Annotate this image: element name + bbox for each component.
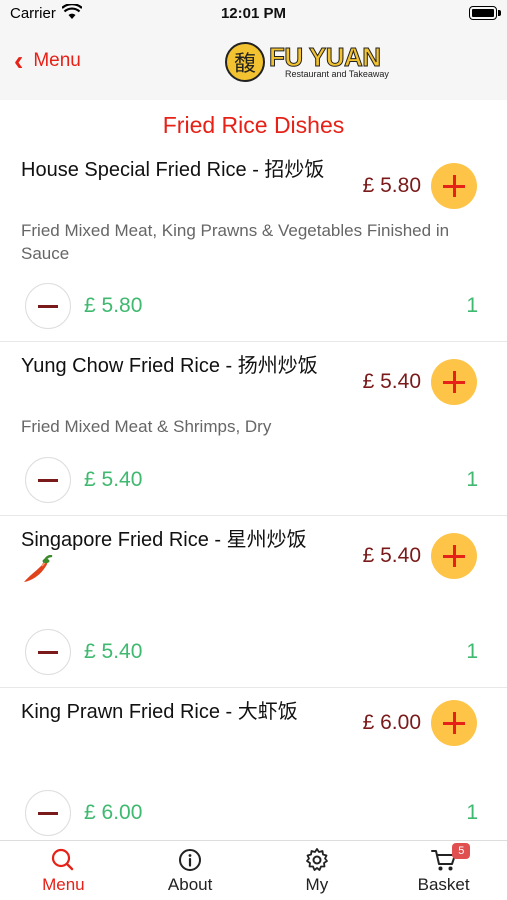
tab-bar: Menu About My 5 Basket bbox=[0, 840, 507, 900]
item-name: Yung Chow Fried Rice - 扬州炒饭 bbox=[21, 355, 318, 377]
add-button[interactable] bbox=[431, 700, 477, 746]
tab-about[interactable]: About bbox=[127, 841, 254, 900]
item-quantity: 1 bbox=[466, 468, 478, 491]
tab-my[interactable]: My bbox=[254, 841, 381, 900]
item-name-text: Singapore Fried Rice - 星州炒饭 bbox=[21, 529, 307, 551]
item-price: £ 5.40 bbox=[362, 544, 421, 567]
tab-menu[interactable]: Menu bbox=[0, 841, 127, 900]
tab-label: About bbox=[167, 875, 213, 894]
item-quantity: 1 bbox=[466, 294, 478, 317]
tab-label: My bbox=[305, 875, 329, 894]
basket-count-badge: 5 bbox=[452, 843, 471, 859]
menu-item: Yung Chow Fried Rice - 扬州炒饭 £ 5.40 Fried… bbox=[0, 354, 507, 516]
logo-subtitle: Restaurant and Takeaway bbox=[285, 69, 389, 79]
remove-button[interactable] bbox=[25, 790, 71, 836]
line-price: £ 5.40 bbox=[84, 640, 143, 663]
info-icon bbox=[179, 849, 202, 871]
item-quantity: 1 bbox=[466, 801, 478, 824]
tab-label: Basket bbox=[417, 875, 470, 894]
menu-item: House Special Fried Rice - 招炒饭 £ 5.80 Fr… bbox=[0, 158, 507, 342]
tab-label: Menu bbox=[42, 875, 85, 894]
restaurant-logo: 馥 FU YUAN Restaurant and Takeaway bbox=[225, 42, 389, 82]
clock: 12:01 PM bbox=[220, 5, 287, 22]
logo-name: FU YUAN bbox=[269, 42, 382, 72]
menu-item: King Prawn Fried Rice - 大虾饭 £ 6.00 £ 6.0… bbox=[0, 700, 507, 840]
line-price: £ 5.40 bbox=[84, 468, 143, 491]
back-button[interactable]: ‹ Menu bbox=[14, 45, 81, 76]
add-button[interactable] bbox=[431, 359, 477, 405]
tab-basket[interactable]: 5 Basket bbox=[380, 841, 507, 900]
remove-button[interactable] bbox=[25, 629, 71, 675]
chevron-left-icon: ‹ bbox=[14, 45, 24, 76]
item-name: Singapore Fried Rice - 星州炒饭 bbox=[21, 528, 341, 585]
nav-bar: ‹ Menu 馥 FU YUAN Restaurant and Takeaway bbox=[0, 26, 507, 100]
line-price: £ 6.00 bbox=[84, 801, 143, 824]
remove-button[interactable] bbox=[25, 457, 71, 503]
item-price: £ 5.80 bbox=[362, 174, 421, 197]
item-name: King Prawn Fried Rice - 大虾饭 bbox=[21, 701, 298, 723]
chili-pepper-icon bbox=[24, 555, 53, 582]
item-name: House Special Fried Rice - 招炒饭 bbox=[21, 159, 325, 181]
remove-button[interactable] bbox=[25, 283, 71, 329]
logo-seal: 馥 bbox=[225, 42, 265, 82]
item-quantity: 1 bbox=[466, 640, 478, 663]
search-icon bbox=[52, 848, 74, 871]
section-title: Fried Rice Dishes bbox=[162, 112, 345, 138]
item-price: £ 6.00 bbox=[362, 711, 421, 734]
item-description: Fried Mixed Meat, King Prawns & Vegetabl… bbox=[21, 221, 450, 263]
item-description: Fried Mixed Meat & Shrimps, Dry bbox=[21, 417, 272, 436]
battery-icon bbox=[469, 6, 501, 20]
line-price: £ 5.80 bbox=[84, 294, 143, 317]
add-button[interactable] bbox=[431, 533, 477, 579]
menu-item: Singapore Fried Rice - 星州炒饭 £ 5.40 £ 5.4… bbox=[0, 528, 507, 688]
add-button[interactable] bbox=[431, 163, 477, 209]
back-label: Menu bbox=[33, 50, 81, 71]
gear-icon bbox=[305, 848, 328, 871]
item-price: £ 5.40 bbox=[362, 370, 421, 393]
status-bar: Carrier 12:01 PM bbox=[0, 0, 507, 26]
